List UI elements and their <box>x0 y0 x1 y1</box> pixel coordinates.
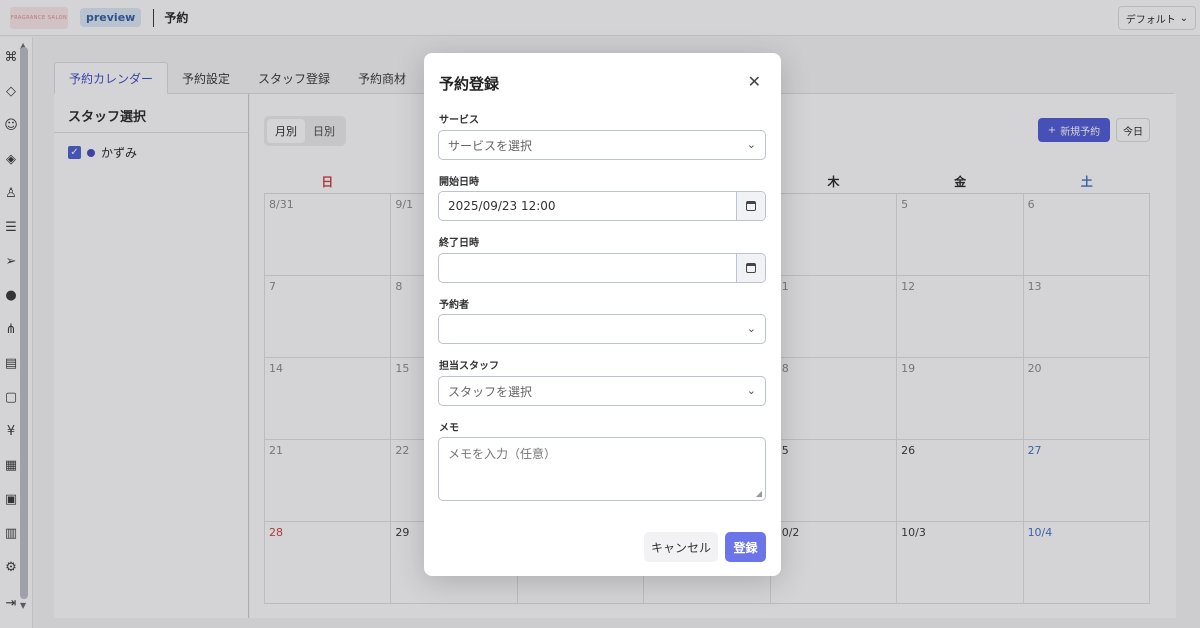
chevron-down-icon: ⌄ <box>746 322 756 335</box>
staff-placeholder: スタッフを選択 <box>448 384 533 399</box>
cancel-button[interactable]: キャンセル <box>644 532 718 562</box>
booker-label: 予約者 <box>439 300 469 311</box>
start-datetime-input[interactable]: 2025/09/23 12:00 <box>438 191 766 221</box>
booker-select[interactable]: ⌄ <box>438 314 766 344</box>
end-datetime-label: 終了日時 <box>439 238 479 249</box>
service-select[interactable]: サービスを選択 ⌄ <box>438 130 766 160</box>
modal-title: 予約登録 <box>439 75 500 93</box>
staff-select[interactable]: スタッフを選択 ⌄ <box>438 376 766 406</box>
start-datetime-value: 2025/09/23 12:00 <box>448 199 556 213</box>
memo-textarea[interactable]: メモを入力（任意） ◢ <box>438 437 766 501</box>
start-datetime-label: 開始日時 <box>439 177 479 188</box>
resize-handle-icon[interactable]: ◢ <box>756 489 762 498</box>
memo-label: メモ <box>439 423 459 434</box>
memo-placeholder: メモを入力（任意） <box>448 447 557 461</box>
chevron-down-icon: ⌄ <box>746 384 756 397</box>
end-datetime-input[interactable] <box>438 253 766 283</box>
calendar-picker-button[interactable] <box>736 192 765 220</box>
service-label: サービス <box>439 115 479 126</box>
staff-label: 担当スタッフ <box>439 361 499 372</box>
calendar-icon <box>746 201 756 211</box>
close-icon[interactable]: ✕ <box>748 72 761 91</box>
calendar-icon <box>746 263 756 273</box>
calendar-picker-button[interactable] <box>736 254 765 282</box>
chevron-down-icon: ⌄ <box>746 138 756 151</box>
service-placeholder: サービスを選択 <box>448 138 533 153</box>
register-button[interactable]: 登録 <box>725 532 766 562</box>
reservation-modal: 予約登録 ✕ サービス サービスを選択 ⌄ 開始日時 2025/09/23 12… <box>424 53 781 576</box>
